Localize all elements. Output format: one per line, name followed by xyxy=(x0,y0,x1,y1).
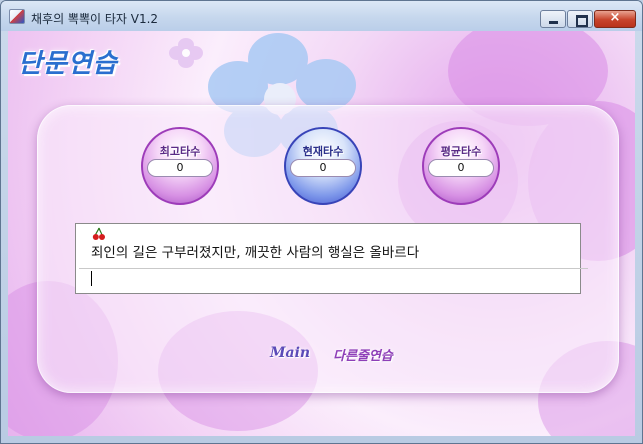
small-flower-icon xyxy=(169,38,203,68)
text-caret xyxy=(91,271,92,286)
maximize-icon xyxy=(576,15,588,27)
target-sentence: 죄인의 길은 구부러졌지만, 깨끗한 사람의 행실은 올바르다 xyxy=(91,245,420,261)
maximize-button[interactable] xyxy=(567,10,593,28)
long-practice-link[interactable]: 다른줄연습 xyxy=(333,345,393,364)
minimize-button[interactable] xyxy=(540,10,566,28)
minimize-icon xyxy=(549,21,558,24)
app-icon xyxy=(9,9,25,24)
app-window: 채후의 뽁뽁이 타자 V1.2 × 단문연습 최고타수 0 현재타수 0 평균타… xyxy=(0,0,643,444)
gauge-label: 현재타수 xyxy=(302,145,344,158)
title-bar[interactable]: 채후의 뽁뽁이 타자 V1.2 × xyxy=(1,1,642,31)
typing-input[interactable] xyxy=(79,268,588,289)
gauge-label: 평균타수 xyxy=(440,145,482,158)
main-menu-link[interactable]: Main xyxy=(270,345,310,361)
best-speed-gauge: 최고타수 0 xyxy=(141,127,219,205)
average-speed-gauge: 평균타수 0 xyxy=(422,127,500,205)
close-button[interactable]: × xyxy=(594,10,636,28)
page-title: 단문연습 xyxy=(18,49,118,79)
gauge-value: 0 xyxy=(290,159,356,177)
gauge-value: 0 xyxy=(428,159,494,177)
current-speed-gauge: 현재타수 0 xyxy=(284,127,362,205)
cherry-icon xyxy=(92,227,105,240)
close-icon: × xyxy=(609,10,621,25)
typing-area: 죄인의 길은 구부러졌지만, 깨끗한 사람의 행실은 올바르다 xyxy=(75,223,588,294)
gauge-label: 최고타수 xyxy=(159,145,201,158)
main-area: 단문연습 최고타수 0 현재타수 0 평균타수 0 죄인의 길은 구부러졌지만,… xyxy=(8,31,635,436)
window-title: 채후의 뽁뽁이 타자 V1.2 xyxy=(31,12,159,26)
gauge-value: 0 xyxy=(147,159,213,177)
